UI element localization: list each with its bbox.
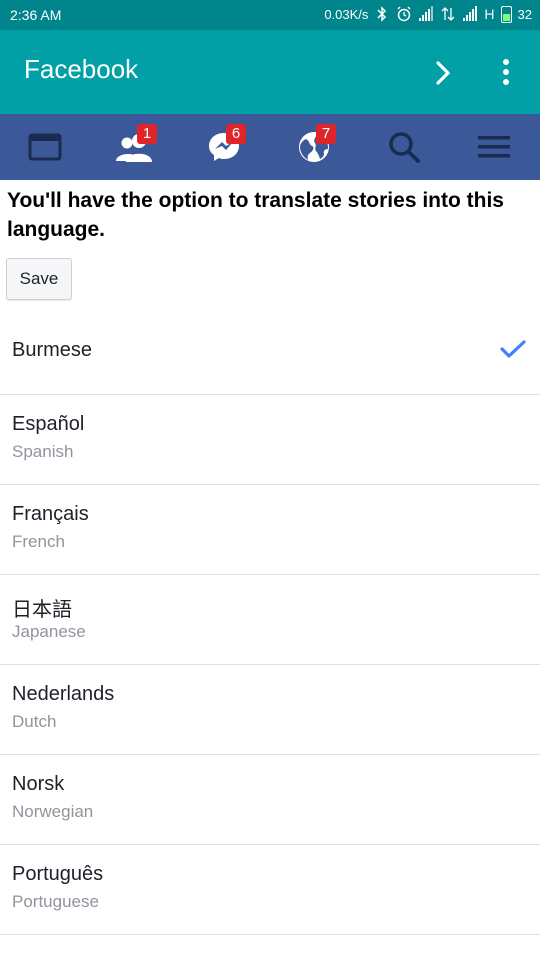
language-list: Burmese Español Spanish Français French …	[0, 305, 540, 935]
status-bar: 2:36 AM 0.03K/s H 32	[0, 0, 540, 30]
language-english-name: Dutch	[12, 712, 57, 731]
battery-icon	[500, 5, 512, 23]
language-name: 日本語	[12, 599, 72, 621]
language-name: Español	[12, 413, 85, 435]
nav-messages[interactable]: 6	[192, 124, 256, 170]
language-name: Français	[12, 503, 89, 525]
app-bar: Facebook	[0, 30, 540, 114]
translate-prompt: You'll have the option to translate stor…	[7, 189, 504, 241]
language-item-french[interactable]: Français French	[0, 485, 540, 575]
news-feed-icon	[28, 133, 62, 161]
language-item-burmese[interactable]: Burmese	[0, 305, 540, 395]
language-english-name: French	[12, 532, 65, 551]
language-english-name: Portuguese	[12, 892, 99, 911]
nav-search[interactable]	[372, 124, 436, 170]
fb-nav-bar: 1 6 7	[0, 114, 540, 180]
language-name: Norsk	[12, 773, 65, 795]
nav-news-feed[interactable]	[13, 124, 77, 170]
save-button[interactable]: Save	[6, 258, 72, 300]
notifications-badge: 7	[316, 124, 336, 144]
more-options-icon[interactable]	[494, 56, 518, 90]
friends-badge: 1	[137, 124, 157, 144]
alarm-icon	[397, 6, 411, 22]
language-item-portuguese[interactable]: Português Portuguese	[0, 845, 540, 935]
language-name: Burmese	[12, 339, 93, 361]
hamburger-menu-icon	[478, 136, 510, 158]
nav-friend-requests[interactable]: 1	[103, 124, 167, 170]
signal-icon-2	[463, 6, 478, 21]
status-icons: 0.03K/s H 32	[324, 5, 532, 23]
check-icon	[500, 340, 526, 358]
nav-menu[interactable]	[462, 124, 526, 170]
app-title: Facebook	[24, 54, 139, 84]
language-english-name: Norwegian	[12, 802, 94, 821]
network-speed: 0.03K/s	[324, 6, 369, 22]
language-item-japanese[interactable]: 日本語 Japanese	[0, 575, 540, 665]
language-item-norwegian[interactable]: Norsk Norwegian	[0, 755, 540, 845]
bluetooth-icon	[377, 6, 387, 22]
nav-notifications[interactable]: 7	[282, 124, 346, 170]
battery-level: 32	[517, 6, 532, 22]
language-english-name: Spanish	[12, 442, 74, 461]
language-name: Português	[12, 863, 104, 885]
search-icon	[389, 132, 420, 163]
language-item-dutch[interactable]: Nederlands Dutch	[0, 665, 540, 755]
language-name: Nederlands	[12, 683, 115, 705]
status-time: 2:36 AM	[10, 7, 62, 23]
language-item-spanish[interactable]: Español Spanish	[0, 395, 540, 485]
messages-badge: 6	[226, 124, 246, 144]
data-arrows-icon	[441, 7, 455, 21]
network-type: H	[484, 6, 495, 22]
signal-icon	[419, 6, 434, 21]
language-english-name: Japanese	[12, 622, 86, 641]
forward-icon[interactable]	[430, 58, 458, 88]
